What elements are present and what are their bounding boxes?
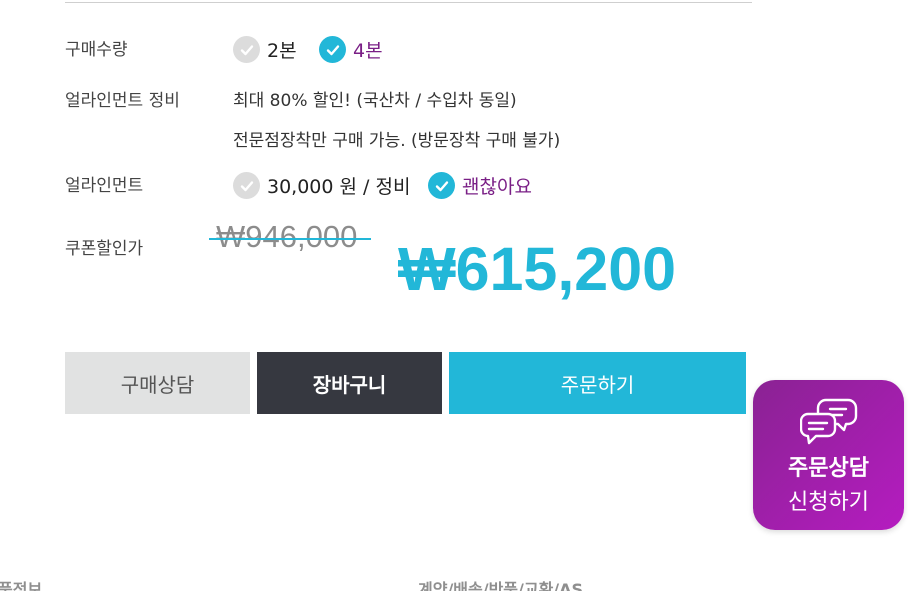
check-circle-icon [428, 172, 455, 199]
purchase-consult-button[interactable]: 구매상담 [65, 352, 250, 414]
floating-order-consult-button[interactable]: 주문상담 신청하기 [753, 380, 904, 530]
quantity-option-2[interactable]: 2본 [233, 36, 297, 63]
floating-consult-line2: 신청하기 [788, 490, 869, 515]
check-circle-icon [233, 172, 260, 199]
check-circle-icon [233, 36, 260, 63]
sale-price: ₩615,200 [398, 235, 677, 303]
quantity-option-4[interactable]: 4본 [319, 36, 383, 63]
order-button[interactable]: 주문하기 [449, 352, 746, 414]
cart-button[interactable]: 장바구니 [257, 352, 442, 414]
tab-policy[interactable]: 계약/배송/반품/교환/AS [418, 576, 583, 591]
floating-consult-line1: 주문상담 [788, 456, 869, 481]
quantity-option-label: 2본 [267, 40, 297, 62]
price-strikethrough [209, 238, 371, 240]
alignment-service-discount-text: 최대 80% 할인! (국산차 / 수입차 동일) [233, 91, 517, 111]
alignment-option-label: 괜찮아요 [462, 176, 532, 198]
quantity-label: 구매수량 [65, 40, 128, 60]
coupon-price-label: 쿠폰할인가 [65, 239, 144, 259]
alignment-option-label: 30,000 원 / 정비 [267, 176, 411, 198]
alignment-option-decline[interactable]: 괜찮아요 [428, 172, 532, 199]
top-divider [65, 2, 752, 3]
alignment-service-label: 얼라인먼트 정비 [65, 91, 180, 111]
alignment-label: 얼라인먼트 [65, 176, 144, 196]
original-price: ₩946,000 [216, 219, 358, 254]
quantity-option-label: 4본 [353, 40, 383, 62]
tab-product-info[interactable]: 품정보 [0, 576, 42, 591]
chat-bubbles-icon [799, 398, 857, 445]
alignment-service-notice-text: 전문점장착만 구매 가능. (방문장착 구매 불가) [233, 131, 561, 151]
check-circle-icon [319, 36, 346, 63]
alignment-option-paid[interactable]: 30,000 원 / 정비 [233, 172, 410, 199]
